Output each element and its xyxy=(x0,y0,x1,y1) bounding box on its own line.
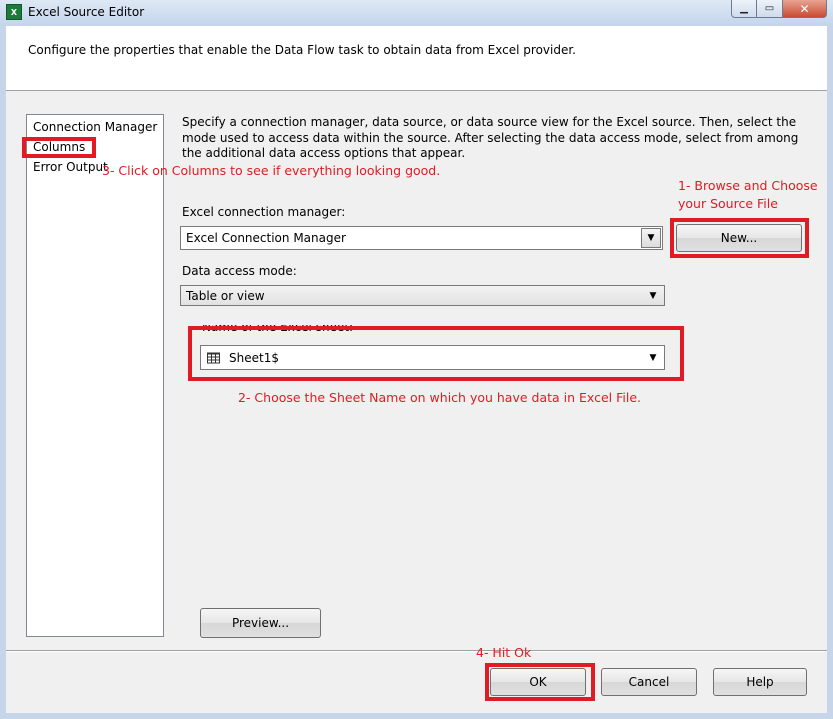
footer-separator xyxy=(6,650,827,652)
highlight-sheet-name xyxy=(188,326,684,381)
instructions-text: Specify a connection manager, data sourc… xyxy=(182,115,799,160)
connection-manager-value: Excel Connection Manager xyxy=(186,231,346,245)
annotation-step2: 2- Choose the Sheet Name on which you ha… xyxy=(238,390,641,405)
annotation-step1-line2: your Source File xyxy=(678,196,778,211)
data-access-mode-select[interactable]: Table or view ▼ xyxy=(180,285,665,306)
chevron-down-icon[interactable]: ▼ xyxy=(641,228,661,248)
minimize-icon: ▁ xyxy=(740,3,748,14)
data-access-mode-value: Table or view xyxy=(186,288,265,303)
connection-manager-combo[interactable]: Excel Connection Manager ▼ xyxy=(180,226,663,250)
description-text: Configure the properties that enable the… xyxy=(28,43,576,57)
nav-list: Connection Manager Columns Error Output xyxy=(26,114,164,637)
maximize-icon: ▭ xyxy=(764,3,775,14)
connection-manager-label: Excel connection manager: xyxy=(182,205,346,219)
minimize-button[interactable]: ▁ xyxy=(731,0,757,18)
close-button[interactable]: ✕ xyxy=(783,0,827,18)
data-access-mode-label: Data access mode: xyxy=(182,264,297,278)
chevron-down-icon[interactable]: ▼ xyxy=(643,287,663,304)
window-title: Excel Source Editor xyxy=(28,5,145,19)
preview-button[interactable]: Preview... xyxy=(200,608,321,638)
excel-app-icon: X xyxy=(6,4,22,20)
title-bar: X Excel Source Editor ▁ ▭ ✕ xyxy=(0,0,833,26)
highlight-columns xyxy=(22,137,96,158)
annotation-step1-line1: 1- Browse and Choose xyxy=(678,178,818,193)
close-icon: ✕ xyxy=(799,1,810,16)
help-button[interactable]: Help xyxy=(713,668,807,696)
cancel-button[interactable]: Cancel xyxy=(601,668,697,696)
maximize-button[interactable]: ▭ xyxy=(757,0,783,18)
annotation-step3: 3- Click on Columns to see if everything… xyxy=(102,163,441,178)
highlight-ok-button xyxy=(485,663,595,701)
annotation-step4: 4- Hit Ok xyxy=(476,645,532,660)
nav-item-connection-manager[interactable]: Connection Manager xyxy=(33,120,157,134)
nav-item-error-output[interactable]: Error Output xyxy=(33,160,108,174)
highlight-new-button xyxy=(670,218,809,258)
excel-source-editor-window: X Excel Source Editor ▁ ▭ ✕ Configure th… xyxy=(0,0,833,719)
description-banner: Configure the properties that enable the… xyxy=(6,26,827,91)
window-controls: ▁ ▭ ✕ xyxy=(731,0,827,18)
